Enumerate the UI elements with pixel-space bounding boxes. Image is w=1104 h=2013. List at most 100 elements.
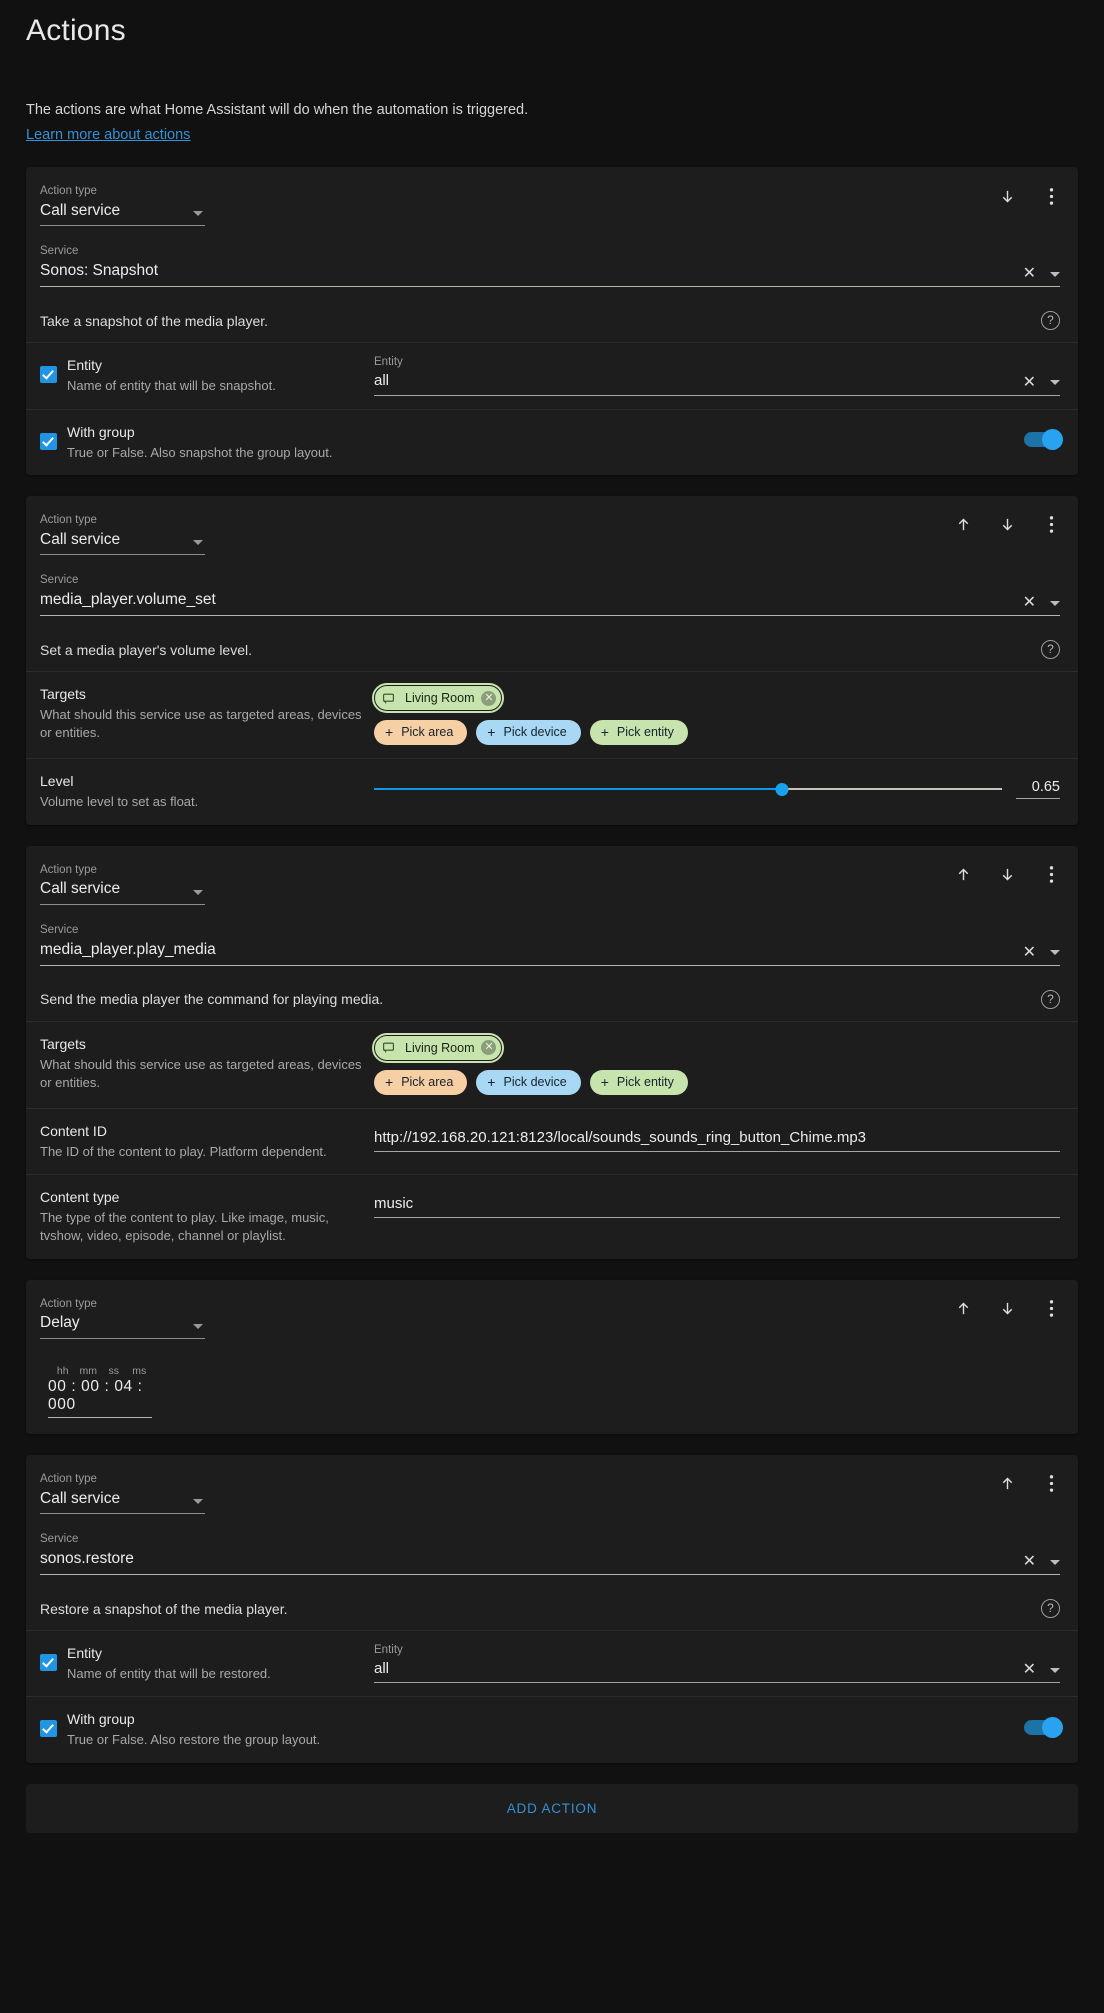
- field-row-left: Targets What should this service use as …: [40, 685, 366, 742]
- move-down-icon[interactable]: [994, 1296, 1020, 1322]
- field-row-content-id: Content ID The ID of the content to play…: [26, 1108, 1078, 1174]
- action-card-2: Action type Call service Service media_p…: [26, 495, 1078, 825]
- action-card-5: Action type Call service Service sonos.r…: [26, 1454, 1078, 1763]
- field-row-left: Content ID The ID of the content to play…: [40, 1122, 366, 1161]
- pick-area-button[interactable]: + Pick area: [374, 1069, 468, 1096]
- content-type-input[interactable]: music: [374, 1193, 1060, 1219]
- targets-title: Targets: [40, 1035, 86, 1052]
- overflow-menu-icon[interactable]: [1038, 1471, 1064, 1497]
- clear-icon[interactable]: ✕: [1023, 374, 1036, 391]
- level-value[interactable]: 0.65: [1016, 779, 1060, 800]
- move-down-icon[interactable]: [994, 183, 1020, 209]
- service-value: media_player.volume_set: [40, 590, 216, 608]
- duration-head-ss: ss: [108, 1364, 120, 1377]
- entity-checkbox[interactable]: [40, 1654, 57, 1672]
- page-title: Actions: [26, 14, 126, 47]
- with-group-toggle[interactable]: [1024, 1716, 1063, 1738]
- move-up-icon[interactable]: [950, 862, 976, 888]
- level-slider[interactable]: [374, 780, 1002, 798]
- entity-sub: Name of entity that will be snapshot.: [67, 378, 276, 394]
- overflow-menu-icon[interactable]: [1038, 1296, 1064, 1322]
- service-input[interactable]: Service Sonos: Snapshot ✕: [40, 245, 1060, 288]
- action-type-select[interactable]: Action type Delay: [40, 1298, 205, 1339]
- duration-value[interactable]: 00 : 00 : 04 : 000: [48, 1378, 152, 1414]
- service-input[interactable]: Service sonos.restore ✕: [40, 1533, 1060, 1576]
- target-chip-living-room[interactable]: Living Room ✕: [371, 1032, 505, 1063]
- slider-fill: [374, 788, 783, 791]
- field-row-left: Entity Name of entity that will be resto…: [40, 1644, 366, 1683]
- help-icon[interactable]: ?: [1041, 640, 1060, 660]
- overflow-menu-icon[interactable]: [1038, 862, 1064, 888]
- service-label: Service: [40, 573, 79, 586]
- content-type-value: music: [374, 1194, 414, 1212]
- action-type-label: Action type: [40, 1297, 97, 1310]
- chevron-down-icon: [193, 211, 203, 217]
- chevron-down-icon[interactable]: [1050, 380, 1060, 386]
- targets-sub: What should this service use as targeted…: [40, 1056, 362, 1090]
- pick-area-button[interactable]: + Pick area: [374, 720, 468, 746]
- action-type-select[interactable]: Action type Call service: [40, 514, 205, 555]
- entity-title: Entity: [67, 1645, 103, 1662]
- clear-icon[interactable]: ✕: [1023, 1662, 1036, 1678]
- help-icon[interactable]: ?: [1041, 989, 1060, 1009]
- field-row-targets: Targets What should this service use as …: [26, 671, 1078, 758]
- clear-icon[interactable]: ✕: [1023, 944, 1036, 961]
- action-type-select[interactable]: Action type Call service: [40, 185, 205, 227]
- chevron-down-icon[interactable]: [1050, 1667, 1060, 1673]
- with-group-checkbox[interactable]: [40, 1720, 57, 1738]
- add-action-button[interactable]: ADD ACTION: [26, 1783, 1078, 1833]
- chevron-down-icon[interactable]: [1050, 600, 1060, 606]
- field-row-entity: Entity Name of entity that will be resto…: [26, 1630, 1078, 1696]
- pick-area-label: Pick area: [401, 1074, 454, 1089]
- clear-icon[interactable]: ✕: [1023, 266, 1036, 282]
- pick-device-button[interactable]: + Pick device: [476, 720, 581, 746]
- move-down-icon[interactable]: [994, 512, 1020, 538]
- service-input[interactable]: Service media_player.play_media ✕: [40, 924, 1060, 966]
- pick-buttons: + Pick area + Pick device + Pick entity: [374, 720, 688, 746]
- service-input[interactable]: Service media_player.volume_set ✕: [40, 573, 1060, 617]
- field-row-with-group: With group True or False. Also restore t…: [26, 1696, 1078, 1762]
- with-group-checkbox[interactable]: [40, 432, 57, 450]
- pick-device-button[interactable]: + Pick device: [476, 1069, 581, 1096]
- move-down-icon[interactable]: [994, 862, 1020, 888]
- overflow-menu-icon[interactable]: [1038, 183, 1064, 209]
- move-up-icon[interactable]: [994, 1471, 1020, 1497]
- card-action-icons: [950, 862, 1064, 888]
- entity-input[interactable]: Entity all ✕: [374, 1644, 1060, 1684]
- action-type-select[interactable]: Action type Call service: [40, 1473, 205, 1514]
- chevron-down-icon[interactable]: [1050, 271, 1060, 277]
- card-header: Action type Call service Service sonos.r…: [26, 1455, 1078, 1589]
- card-action-icons: [950, 1296, 1064, 1322]
- overflow-menu-icon[interactable]: [1038, 512, 1064, 538]
- targets-sub: What should this service use as targeted…: [40, 706, 362, 741]
- service-description-row: Set a media player's volume level. ?: [26, 630, 1078, 671]
- clear-icon[interactable]: ✕: [1023, 595, 1036, 611]
- pick-area-label: Pick area: [401, 724, 454, 739]
- level-slider-wrap: 0.65: [374, 779, 1060, 800]
- target-chip-living-room[interactable]: Living Room ✕: [371, 683, 505, 714]
- with-group-toggle[interactable]: [1024, 429, 1063, 451]
- with-group-title: With group: [67, 423, 135, 440]
- remove-chip-icon[interactable]: ✕: [481, 1040, 497, 1056]
- pick-entity-button[interactable]: + Pick entity: [589, 1069, 688, 1096]
- chevron-down-icon[interactable]: [1050, 950, 1060, 956]
- entity-checkbox[interactable]: [40, 366, 57, 384]
- service-description: Take a snapshot of the media player.: [40, 312, 269, 329]
- duration-input[interactable]: hh mm ss ms 00 : 00 : 04 : 000: [48, 1365, 152, 1418]
- remove-chip-icon[interactable]: ✕: [481, 690, 497, 706]
- action-type-select[interactable]: Action type Call service: [40, 864, 205, 905]
- pick-entity-button[interactable]: + Pick entity: [589, 720, 688, 746]
- content-id-input[interactable]: http://192.168.20.121:8123/local/sounds_…: [374, 1127, 1060, 1153]
- entity-input[interactable]: Entity all ✕: [374, 356, 1060, 396]
- field-row-right: Living Room ✕ + Pick area + Pick device: [366, 683, 1060, 746]
- service-label: Service: [40, 245, 79, 258]
- help-icon[interactable]: ?: [1041, 311, 1060, 331]
- clear-icon[interactable]: ✕: [1023, 1554, 1036, 1570]
- chevron-down-icon[interactable]: [1050, 1559, 1060, 1565]
- help-icon[interactable]: ?: [1041, 1599, 1060, 1619]
- field-row-right: Living Room ✕ + Pick area + Pick device: [366, 1032, 1060, 1096]
- learn-more-link[interactable]: Learn more about actions: [26, 125, 190, 146]
- move-up-icon[interactable]: [950, 1296, 976, 1322]
- move-up-icon[interactable]: [950, 512, 976, 538]
- slider-knob[interactable]: [775, 783, 789, 797]
